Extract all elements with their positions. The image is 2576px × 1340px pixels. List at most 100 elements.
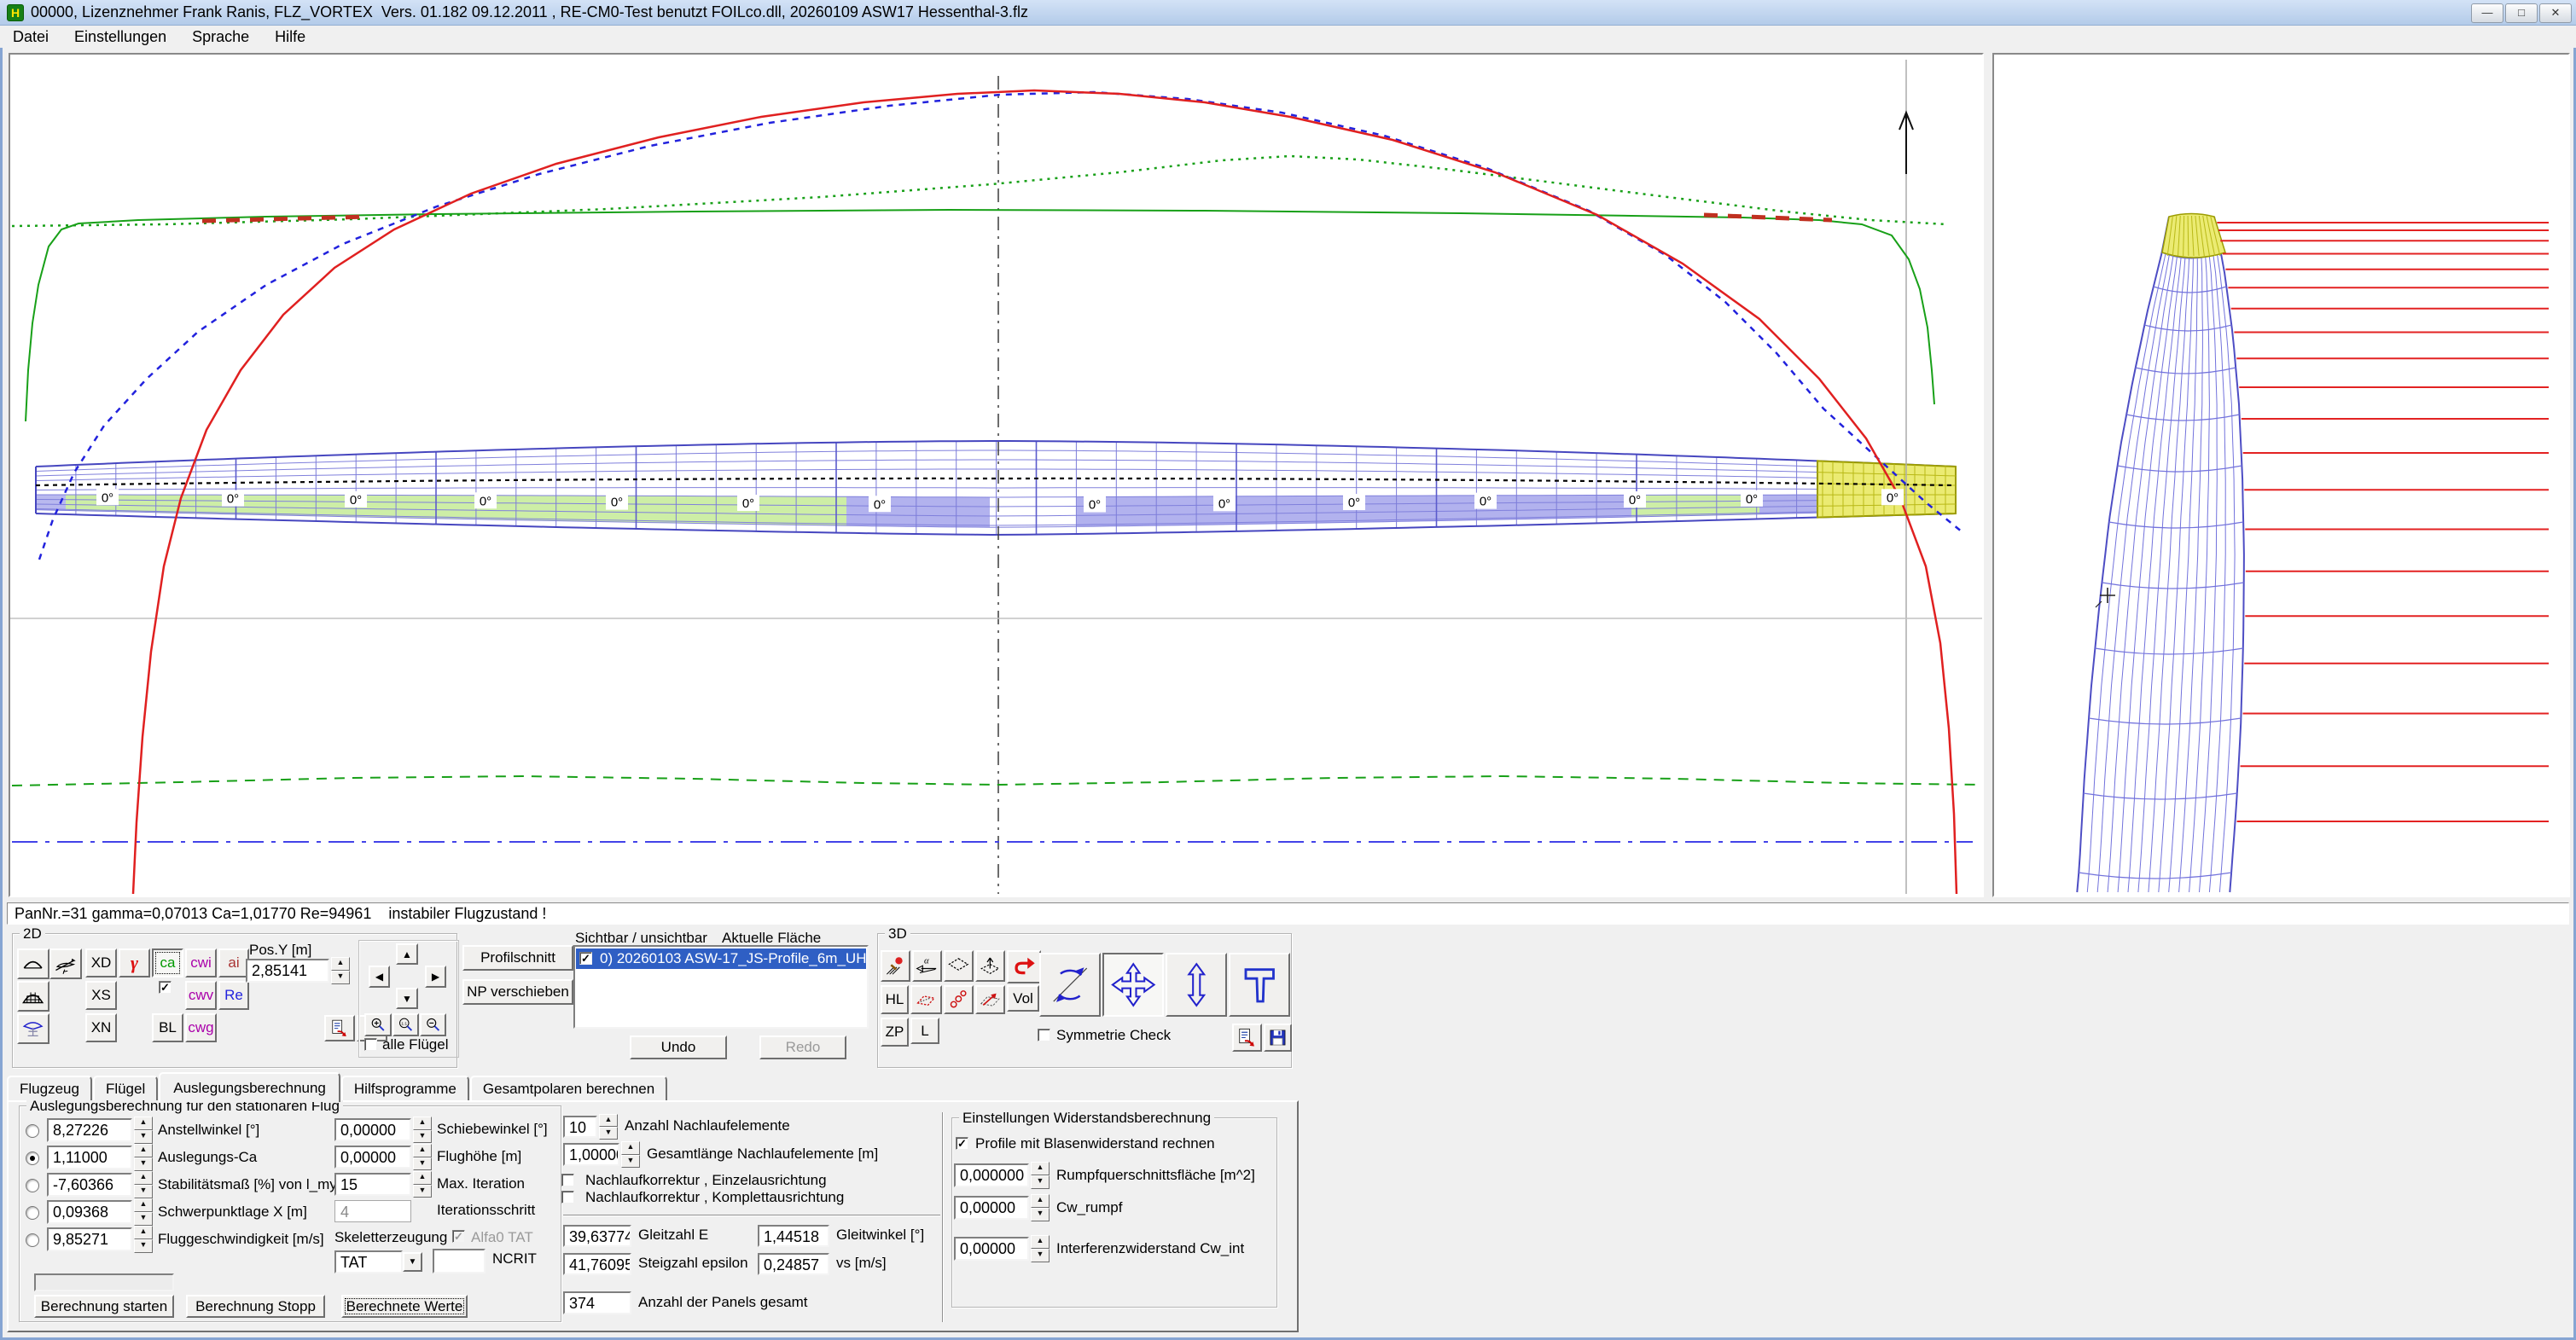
export-3d-button[interactable] — [1232, 1024, 1262, 1052]
tab-auslegungsberechnung[interactable]: Auslegungsberechnung — [159, 1072, 340, 1102]
airfoil-alpha-button[interactable] — [49, 948, 82, 979]
alpha-arrow-button[interactable]: α — [912, 950, 942, 982]
max-iteration-field[interactable]: 15 — [334, 1173, 411, 1196]
undo-button[interactable]: Undo — [630, 1035, 727, 1059]
alle-fluegel-checkbox[interactable] — [364, 1038, 377, 1051]
gesamtlaenge-spinner[interactable]: ▲▼ — [621, 1141, 640, 1168]
cw-rumpf-spinner[interactable]: ▲▼ — [1031, 1194, 1050, 1221]
save-3d-button[interactable] — [1264, 1024, 1292, 1052]
menu-datei[interactable]: Datei — [0, 26, 61, 48]
pan-down-button[interactable]: ▼ — [396, 988, 418, 1009]
flughoehe-field[interactable]: 0,00000 — [334, 1146, 411, 1169]
pan-right-button[interactable]: ▶ — [425, 966, 446, 988]
paint-mesh-button[interactable] — [881, 950, 910, 982]
nachlauf-komplett-checkbox[interactable] — [561, 1191, 574, 1204]
move-3d-button[interactable] — [1102, 953, 1164, 1017]
cw-rumpf-field[interactable]: 0,00000 — [954, 1196, 1029, 1220]
gamma-button[interactable]: γ — [119, 948, 150, 977]
dashed-planform-button[interactable] — [944, 950, 974, 982]
zoom-one-button[interactable]: 1:1 — [393, 1013, 419, 1036]
pan-left-button[interactable]: ◀ — [369, 966, 390, 988]
menu-einstellungen[interactable]: Einstellungen — [61, 26, 179, 48]
tab-fluegel[interactable]: Flügel — [93, 1076, 158, 1100]
title-bar[interactable]: H 00000, Lizenznehmer Frank Ranis, FLZ_V… — [0, 0, 2576, 26]
gesamtlaenge-field[interactable]: 1,00000 — [563, 1143, 619, 1166]
flughoehe-spinner[interactable]: ▲▼ — [413, 1144, 432, 1170]
export-2d-button[interactable] — [324, 1015, 355, 1041]
build-3d-button[interactable] — [1229, 953, 1290, 1017]
cw-int-spinner[interactable]: ▲▼ — [1031, 1235, 1050, 1262]
posy-spinner[interactable]: ▲▼ — [331, 957, 350, 984]
np-verschieben-button[interactable]: NP verschieben — [462, 979, 573, 1005]
wing-3d-panel[interactable] — [1992, 53, 2570, 897]
radio-fluggeschwindigkeit[interactable] — [26, 1233, 39, 1247]
radio-auslegungs-ca[interactable] — [26, 1151, 39, 1165]
skelett-combo-arrow[interactable]: ▼ — [403, 1252, 422, 1272]
berechnete-werte-button[interactable]: Berechnete Werte — [341, 1295, 468, 1318]
berechnung-starten-button[interactable]: Berechnung starten — [34, 1295, 174, 1318]
cwv-button[interactable]: cwv — [185, 981, 217, 1010]
cwi-button[interactable]: cwi — [185, 948, 217, 977]
stabilitaetsmass-field[interactable]: -7,60366 — [47, 1173, 132, 1197]
radio-anstellwinkel[interactable] — [26, 1124, 39, 1138]
cw-int-field[interactable]: 0,00000 — [954, 1237, 1029, 1261]
planform-plot-panel[interactable]: 0°0°0°0°0°0°0°0°0°0°0°0°0°0° — [9, 53, 1984, 897]
pan-up-button[interactable]: ▲ — [396, 943, 418, 965]
xd-button[interactable]: XD — [85, 948, 117, 977]
surface-list-item[interactable]: ✓ 0) 20260103 ASW-17_JS-Profile_6m_UH — [576, 948, 866, 969]
ca-checkbox[interactable]: ✓ — [159, 981, 172, 994]
radio-schwerpunktlage[interactable] — [26, 1206, 39, 1220]
anstellwinkel-field[interactable]: 8,27226 — [47, 1118, 132, 1142]
anstellwinkel-spinner[interactable]: ▲▼ — [134, 1117, 153, 1144]
vol-button[interactable]: Vol — [1007, 985, 1039, 1012]
reset-view-button[interactable] — [1007, 950, 1041, 983]
ncrit-field[interactable] — [433, 1249, 486, 1273]
rumpfflaeche-spinner[interactable]: ▲▼ — [1031, 1162, 1050, 1189]
diamond-normal-button[interactable] — [975, 950, 1005, 982]
minimize-button[interactable]: — — [2471, 3, 2503, 23]
xn-button[interactable]: XN — [85, 1013, 117, 1042]
schwerpunktlage-field[interactable]: 0,09368 — [47, 1200, 132, 1224]
l-button[interactable]: L — [910, 1018, 939, 1044]
red-circles-button[interactable] — [944, 985, 974, 1014]
menu-sprache[interactable]: Sprache — [179, 26, 262, 48]
menu-hilfe[interactable]: Hilfe — [262, 26, 318, 48]
redo-button[interactable]: Redo — [759, 1035, 846, 1059]
anzahl-nachlauf-spinner[interactable]: ▲▼ — [599, 1114, 618, 1140]
tab-flugzeug[interactable]: Flugzeug — [7, 1076, 92, 1100]
red-arrow-panel-button[interactable] — [975, 985, 1005, 1014]
anzahl-nachlauf-field[interactable]: 10 — [563, 1116, 597, 1138]
cwg-button[interactable]: cwg — [185, 1013, 217, 1042]
auslegungs-ca-field[interactable]: 1,11000 — [47, 1146, 132, 1169]
rumpfflaeche-field[interactable]: 0,000000 — [954, 1163, 1029, 1187]
schwerpunktlage-spinner[interactable]: ▲▼ — [134, 1198, 153, 1226]
bl-button[interactable]: BL — [152, 1013, 183, 1042]
zoom-out-button[interactable] — [420, 1013, 446, 1036]
symmetrie-check-checkbox[interactable] — [1038, 1029, 1050, 1041]
zp-button[interactable]: ZP — [881, 1018, 909, 1047]
zoom-3d-button[interactable] — [1166, 953, 1227, 1017]
profilschnitt-button[interactable]: Profilschnitt — [462, 945, 573, 971]
fluggeschwindigkeit-field[interactable]: 9,85271 — [47, 1227, 132, 1251]
stabilitaetsmass-spinner[interactable]: ▲▼ — [134, 1171, 153, 1198]
surface-listbox[interactable]: ✓ 0) 20260103 ASW-17_JS-Profile_6m_UH — [573, 945, 869, 1029]
maximize-button[interactable]: □ — [2505, 3, 2538, 23]
max-iteration-spinner[interactable]: ▲▼ — [413, 1171, 432, 1198]
hangar-view-button[interactable] — [17, 981, 49, 1012]
rotate-3d-button[interactable] — [1039, 953, 1101, 1017]
fluggeschwindigkeit-spinner[interactable]: ▲▼ — [134, 1226, 153, 1253]
skelett-combobox[interactable]: TAT — [334, 1250, 403, 1273]
surface-visible-checkbox[interactable]: ✓ — [579, 952, 592, 965]
radio-stabilitaetsmass[interactable] — [26, 1179, 39, 1192]
schiebewinkel-spinner[interactable]: ▲▼ — [413, 1117, 432, 1143]
berechnung-stopp-button[interactable]: Berechnung Stopp — [186, 1295, 325, 1318]
tab-gesamtpolaren[interactable]: Gesamtpolaren berechnen — [470, 1076, 667, 1100]
close-button[interactable]: ✕ — [2539, 3, 2572, 23]
ca-button[interactable]: ca — [152, 948, 183, 977]
zoom-in-button[interactable] — [364, 1013, 392, 1036]
blasenwiderstand-checkbox[interactable]: ✓ — [956, 1137, 968, 1150]
posy-field[interactable]: 2,85141 — [246, 959, 329, 983]
canopy-view-button[interactable] — [17, 948, 49, 979]
re-button[interactable]: Re — [218, 981, 249, 1010]
red-panel-button[interactable] — [910, 985, 942, 1014]
